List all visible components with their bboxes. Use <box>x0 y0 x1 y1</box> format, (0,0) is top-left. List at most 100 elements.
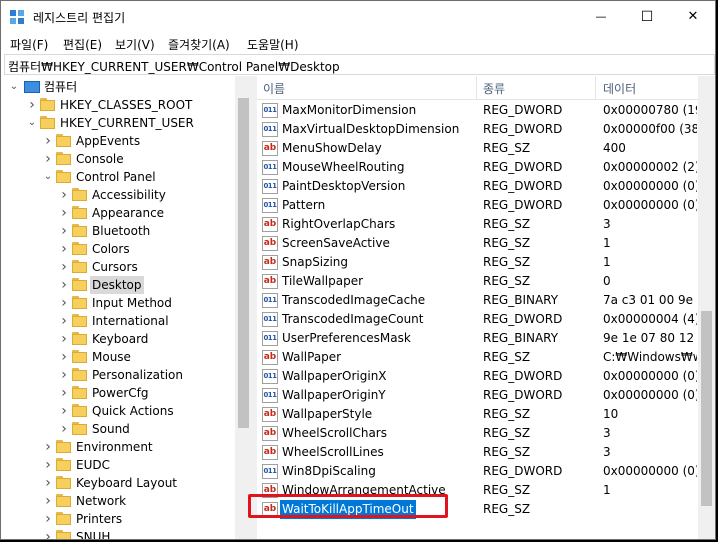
value-row[interactable]: 011 MaxVirtualDesktopDimension REG_DWORD 0x… <box>257 120 697 139</box>
value-row[interactable]: 011 PaintDesktopVersion REG_DWORD 0x0000000… <box>257 177 697 196</box>
value-name[interactable]: SnapSizing <box>280 253 350 272</box>
chevron-right-icon[interactable]: › <box>58 222 70 240</box>
chevron-right-icon[interactable]: › <box>58 258 70 276</box>
tree-item-printers[interactable]: › Printers <box>4 510 234 528</box>
value-name[interactable]: UserPreferencesMask <box>280 329 413 348</box>
tree-item-input-method[interactable]: › Input Method <box>4 294 234 312</box>
tree-item-sound[interactable]: › Sound <box>4 420 234 438</box>
tree-item-snuh[interactable]: › SNUH <box>4 528 234 539</box>
value-row[interactable]: ab WaitToKillAppTimeOut REG_SZ <box>257 500 697 519</box>
tree-scrollbar[interactable] <box>235 76 251 539</box>
menu-help[interactable]: 도움말(H) <box>247 36 299 53</box>
close-button[interactable]: ✕ <box>670 1 715 32</box>
chevron-right-icon[interactable]: › <box>58 330 70 348</box>
tree-item-appevents[interactable]: › AppEvents <box>4 132 234 150</box>
chevron-right-icon[interactable]: › <box>58 204 70 222</box>
chevron-right-icon[interactable]: › <box>42 438 54 456</box>
tree-item-control-panel[interactable]: ⌄ Control Panel <box>4 168 234 186</box>
value-row[interactable]: 011 TranscodedImageCache REG_BINARY 7a c3 0… <box>257 291 697 310</box>
value-name[interactable]: WheelScrollLines <box>280 443 386 462</box>
tree-item-mouse[interactable]: › Mouse <box>4 348 234 366</box>
value-row[interactable]: 011 WallpaperOriginY REG_DWORD 0x00000000 (… <box>257 386 697 405</box>
value-row[interactable]: 011 MouseWheelRouting REG_DWORD 0x00000002 … <box>257 158 697 177</box>
value-row[interactable]: ab WindowArrangementActive REG_SZ 1 <box>257 481 697 500</box>
chevron-right-icon[interactable]: › <box>58 276 70 294</box>
value-row[interactable]: 011 Win8DpiScaling REG_DWORD 0x00000000 (0) <box>257 462 697 481</box>
tree-item-hkey-current-user[interactable]: ⌄ HKEY_CURRENT_USER <box>4 114 234 132</box>
column-name[interactable]: 이름 <box>263 80 285 97</box>
address-path[interactable]: 컴퓨터₩HKEY_CURRENT_USER₩Control Panel₩Desk… <box>8 58 340 75</box>
menu-favorites[interactable]: 즐겨찾기(A) <box>168 36 230 53</box>
value-name[interactable]: Pattern <box>280 196 327 215</box>
chevron-right-icon[interactable]: › <box>42 150 54 168</box>
value-row[interactable]: ab WheelScrollLines REG_SZ 3 <box>257 443 697 462</box>
chevron-right-icon[interactable]: › <box>58 186 70 204</box>
chevron-down-icon[interactable]: ⌄ <box>26 114 38 132</box>
tree-item-keyboard[interactable]: › Keyboard <box>4 330 234 348</box>
chevron-right-icon[interactable]: › <box>58 348 70 366</box>
tree-item-international[interactable]: › International <box>4 312 234 330</box>
tree-item-quick-actions[interactable]: › Quick Actions <box>4 402 234 420</box>
value-name[interactable]: MaxMonitorDimension <box>280 101 418 120</box>
column-type[interactable]: 종류 <box>483 80 505 97</box>
tree-item-computer[interactable]: ⌄ 컴퓨터 <box>4 78 234 96</box>
chevron-right-icon[interactable]: › <box>42 528 54 539</box>
value-row[interactable]: ab SnapSizing REG_SZ 1 <box>257 253 697 272</box>
value-row[interactable]: 011 TranscodedImageCount REG_DWORD 0x000000… <box>257 310 697 329</box>
chevron-right-icon[interactable]: › <box>42 474 54 492</box>
value-row[interactable]: 011 Pattern REG_DWORD 0x00000000 (0) <box>257 196 697 215</box>
tree-item-environment[interactable]: › Environment <box>4 438 234 456</box>
value-name[interactable]: TileWallpaper <box>280 272 365 291</box>
value-name[interactable]: MaxVirtualDesktopDimension <box>280 120 461 139</box>
value-row[interactable]: ab WallpaperStyle REG_SZ 10 <box>257 405 697 424</box>
tree-item-bluetooth[interactable]: › Bluetooth <box>4 222 234 240</box>
tree-item-desktop[interactable]: › Desktop <box>4 276 234 294</box>
value-name[interactable]: WallpaperOriginX <box>280 367 389 386</box>
chevron-right-icon[interactable]: › <box>58 384 70 402</box>
value-name[interactable]: TranscodedImageCount <box>280 310 426 329</box>
value-row[interactable]: 011 MaxMonitorDimension REG_DWORD 0x0000078… <box>257 101 697 120</box>
chevron-right-icon[interactable]: › <box>58 366 70 384</box>
column-divider[interactable] <box>476 76 477 100</box>
value-row[interactable]: ab WheelScrollChars REG_SZ 3 <box>257 424 697 443</box>
menu-view[interactable]: 보기(V) <box>115 36 155 53</box>
value-name[interactable]: MouseWheelRouting <box>280 158 407 177</box>
value-row[interactable]: 011 WallpaperOriginX REG_DWORD 0x00000000 (… <box>257 367 697 386</box>
value-name[interactable]: WaitToKillAppTimeOut <box>280 500 416 519</box>
tree-item-appearance[interactable]: › Appearance <box>4 204 234 222</box>
value-name[interactable]: TranscodedImageCache <box>280 291 427 310</box>
chevron-right-icon[interactable]: › <box>42 132 54 150</box>
chevron-right-icon[interactable]: › <box>42 456 54 474</box>
list-scrollbar[interactable] <box>698 76 715 539</box>
chevron-right-icon[interactable]: › <box>42 510 54 528</box>
tree-scrollbar-thumb[interactable] <box>238 98 249 428</box>
menu-edit[interactable]: 편집(E) <box>63 36 102 53</box>
tree-item-cursors[interactable]: › Cursors <box>4 258 234 276</box>
value-name[interactable]: WheelScrollChars <box>280 424 389 443</box>
tree-item-eudc[interactable]: › EUDC <box>4 456 234 474</box>
value-name[interactable]: WindowArrangementActive <box>280 481 448 500</box>
chevron-right-icon[interactable]: › <box>58 294 70 312</box>
chevron-right-icon[interactable]: › <box>58 402 70 420</box>
chevron-right-icon[interactable]: › <box>58 240 70 258</box>
tree-item-personalization[interactable]: › Personalization <box>4 366 234 384</box>
value-name[interactable]: WallpaperOriginY <box>280 386 388 405</box>
value-name[interactable]: RightOverlapChars <box>280 215 397 234</box>
tree-item-hkey-classes-root[interactable]: › HKEY_CLASSES_ROOT <box>4 96 234 114</box>
tree-item-network[interactable]: › Network <box>4 492 234 510</box>
chevron-right-icon[interactable]: › <box>26 96 38 114</box>
tree-item-console[interactable]: › Console <box>4 150 234 168</box>
value-row[interactable]: abWallPaper REG_SZ C:₩Windows₩we <box>257 348 697 367</box>
chevron-down-icon[interactable]: ⌄ <box>8 78 20 96</box>
tree-item-keyboard-layout[interactable]: › Keyboard Layout <box>4 474 234 492</box>
value-name[interactable]: WallPaper <box>280 348 343 367</box>
chevron-right-icon[interactable]: › <box>58 312 70 330</box>
tree-item-powercfg[interactable]: › PowerCfg <box>4 384 234 402</box>
column-divider[interactable] <box>595 76 596 100</box>
value-name[interactable]: WallpaperStyle <box>280 405 374 424</box>
value-name[interactable]: Win8DpiScaling <box>280 462 378 481</box>
tree-item-accessibility[interactable]: › Accessibility <box>4 186 234 204</box>
value-name[interactable]: PaintDesktopVersion <box>280 177 407 196</box>
value-name[interactable]: ScreenSaveActive <box>280 234 392 253</box>
column-data[interactable]: 데이터 <box>603 80 636 97</box>
